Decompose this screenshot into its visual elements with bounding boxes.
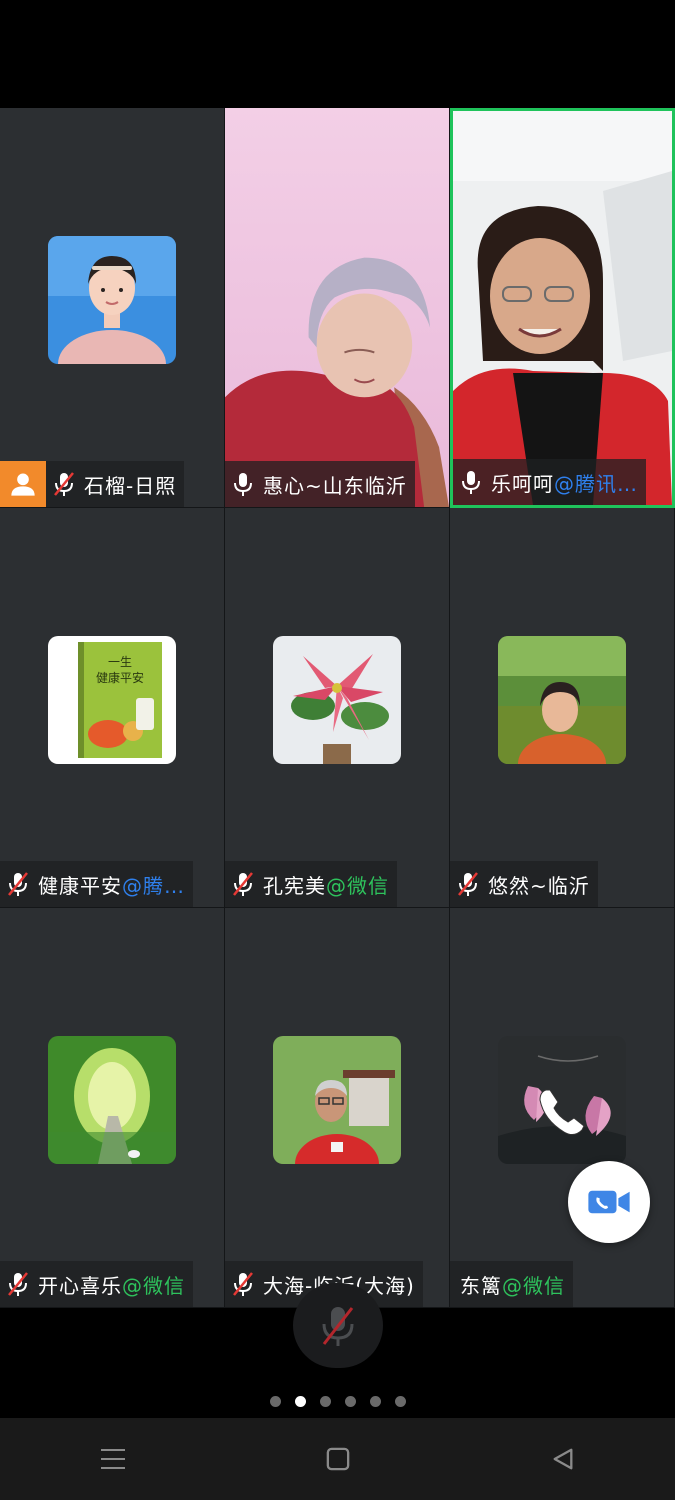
person-icon [11, 473, 35, 496]
recent-apps-button[interactable] [83, 1429, 143, 1489]
page-dot[interactable] [344, 1396, 356, 1407]
host-badge [0, 461, 46, 507]
participant-avatar [48, 1035, 176, 1164]
phone-icon [532, 1082, 592, 1142]
participant-name: 孔宪美 [263, 873, 326, 898]
participant-video [453, 111, 672, 505]
page-dot[interactable] [319, 1396, 331, 1407]
participant-tile[interactable]: 孔宪美 @微信 [225, 508, 450, 908]
participant-source: @微信 [122, 1273, 185, 1298]
participant-avatar [48, 235, 176, 364]
mute-toggle-button[interactable] [293, 1283, 383, 1368]
menu-icon [100, 1449, 125, 1469]
participant-name: 健康平安 [38, 873, 122, 898]
participant-namebar: 健康平安 @腾… [0, 861, 193, 907]
system-nav-bar [0, 1418, 675, 1500]
mic-icon [459, 469, 483, 495]
back-triangle-icon [553, 1448, 572, 1470]
home-button[interactable] [308, 1429, 368, 1489]
participant-name: 开心喜乐 [38, 1273, 122, 1298]
mic-muted-icon [6, 1271, 30, 1297]
participant-namebar: 东篱 @微信 [450, 1261, 573, 1307]
book-title-line1: 一生 [108, 655, 132, 669]
page-dot[interactable] [369, 1396, 381, 1407]
participant-name: 悠然~临沂 [488, 873, 590, 898]
participant-namebar: 乐呵呵 @腾讯… [453, 459, 646, 505]
participant-tile-active[interactable]: 乐呵呵 @腾讯… [450, 108, 675, 508]
mic-icon [231, 471, 255, 497]
participant-name: 惠心~山东临沂 [263, 473, 407, 498]
back-button[interactable] [533, 1429, 593, 1489]
video-call-button[interactable] [568, 1161, 650, 1243]
participant-avatar: 一生 健康平安 [48, 635, 176, 764]
participant-source: @微信 [502, 1273, 565, 1298]
page-dot[interactable] [269, 1396, 281, 1407]
participant-name: 乐呵呵 [491, 471, 554, 496]
mic-muted-icon [322, 1306, 354, 1346]
participant-source: @微信 [326, 873, 389, 898]
participant-source: @腾讯… [554, 471, 638, 496]
participant-tile[interactable]: 开心喜乐 @微信 [0, 908, 225, 1308]
participant-namebar: 石榴-日照 [46, 461, 185, 507]
participant-tile[interactable]: 惠心~山东临沂 [225, 108, 450, 508]
mic-muted-icon [231, 871, 255, 897]
participant-namebar: 开心喜乐 @微信 [0, 1261, 193, 1307]
home-square-icon [326, 1447, 349, 1471]
participant-avatar [273, 635, 401, 764]
mic-muted-icon [456, 871, 480, 897]
participant-source: @腾… [122, 873, 185, 898]
participant-video [225, 108, 449, 507]
participant-tile[interactable]: 悠然~临沂 [450, 508, 675, 908]
mic-muted-icon [6, 871, 30, 897]
mic-muted-icon [231, 1271, 255, 1297]
participant-name: 东篱 [460, 1273, 502, 1298]
page-dot[interactable] [394, 1396, 406, 1407]
participant-tile[interactable]: 石榴-日照 [0, 108, 225, 508]
participant-tile[interactable]: 大海-临沂(大海) [225, 908, 450, 1308]
participant-name: 石榴-日照 [84, 473, 177, 498]
page-indicator[interactable] [0, 1396, 675, 1407]
video-call-icon [588, 1190, 630, 1214]
mic-muted-icon [52, 471, 76, 497]
participant-avatar [498, 635, 626, 764]
page-dot-active[interactable] [294, 1396, 306, 1407]
participant-namebar: 惠心~山东临沂 [225, 461, 415, 507]
participant-namebar: 悠然~临沂 [450, 861, 598, 907]
participant-avatar [273, 1035, 401, 1164]
participant-tile[interactable]: 一生 健康平安 健康平安 @腾… [0, 508, 225, 908]
book-title-line2: 健康平安 [96, 670, 144, 685]
participant-namebar: 孔宪美 @微信 [225, 861, 397, 907]
